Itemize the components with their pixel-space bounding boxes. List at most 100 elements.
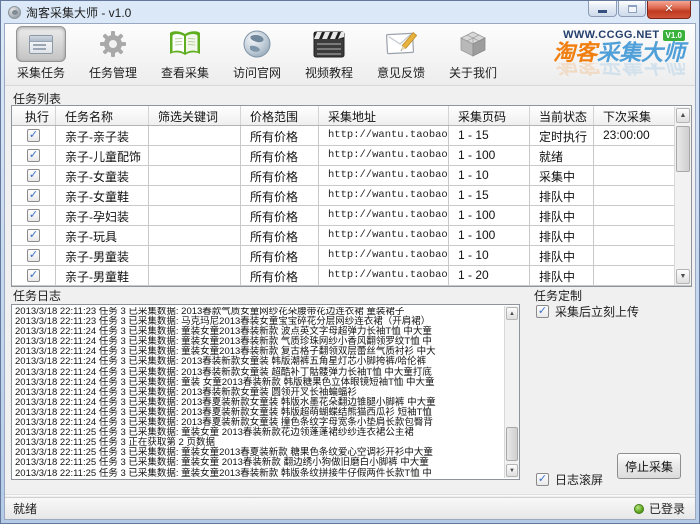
toolbar-label: 关于我们 [448,66,497,80]
cell-keyword [149,226,241,245]
version-badge: V1.0 [662,29,685,41]
check-icon: ✓ [537,304,548,317]
login-status: 已登录 [633,500,695,517]
scroll-down-icon[interactable]: ▼ [676,269,690,284]
log-scroll-checkbox[interactable]: ✓ [536,473,549,486]
col-price[interactable]: 价格范围 [241,106,319,125]
table-row[interactable]: ✓ 亲子-男童装 所有价格 http://wantu.taobao... 1 -… [12,246,691,266]
cell-task-name: 亲子-玩具 [56,226,149,245]
clapperboard-icon [304,26,354,62]
table-row[interactable]: ✓ 亲子-儿童配饰 所有价格 http://wantu.taobao... 1 … [12,146,691,166]
row-checkbox[interactable]: ✓ [27,129,40,142]
cell-price: 所有价格 [241,146,319,165]
cell-keyword [149,246,241,265]
toolbar-button-feedback[interactable]: 意见反馈 [365,26,437,84]
table-row[interactable]: ✓ 亲子-女童装 所有价格 http://wantu.taobao... 1 -… [12,166,691,186]
minimize-button[interactable] [588,1,617,17]
table-row[interactable]: ✓ 亲子-孕妇装 所有价格 http://wantu.taobao... 1 -… [12,206,691,226]
app-globe-icon [8,5,21,19]
row-checkbox[interactable]: ✓ [27,249,40,262]
task-table-header: 执行 任务名称 筛选关键词 价格范围 采集地址 采集页码 当前状态 下次采集 [12,106,691,126]
toolbar-button-view-collection[interactable]: 查看采集 [149,26,221,84]
col-exec[interactable]: 执行 [12,106,56,125]
row-checkbox[interactable]: ✓ [27,229,40,242]
window-title: 淘客采集大师 - v1.0 [26,5,132,20]
cell-pages: 1 - 100 [449,226,530,245]
cell-status: 排队中 [530,206,594,225]
cell-keyword [149,166,241,185]
cell-url: http://wantu.taobao... [319,226,449,245]
log-scrollbar[interactable]: ▲ ▼ [504,306,519,478]
row-checkbox[interactable]: ✓ [27,209,40,222]
maximize-button[interactable] [618,1,646,17]
minimize-icon [598,10,607,13]
upload-after-collect-checkbox[interactable]: ✓ [536,305,549,318]
cell-status: 排队中 [530,226,594,245]
cell-task-name: 亲子-孕妇装 [56,206,149,225]
cell-url: http://wantu.taobao... [319,146,449,165]
toolbar-label: 任务管理 [88,66,137,80]
toolbar-button-task-manage[interactable]: 任务管理 [77,26,149,84]
check-icon: ✓ [28,168,39,181]
row-checkbox[interactable]: ✓ [27,149,40,162]
cell-task-name: 亲子-儿童配饰 [56,146,149,165]
cell-url: http://wantu.taobao... [319,186,449,205]
toolbar-button-visit-website[interactable]: 访问官网 [221,26,293,84]
toolbar-button-about[interactable]: 关于我们 [437,26,509,84]
col-keyword[interactable]: 筛选关键词 [149,106,241,125]
table-row[interactable]: ✓ 亲子-女童鞋 所有价格 http://wantu.taobao... 1 -… [12,186,691,206]
toolbar-button-collect-tasks[interactable]: 采集任务 [5,26,77,84]
cell-task-name: 亲子-女童装 [56,166,149,185]
task-custom-section-label: 任务定制 [534,289,583,303]
cell-url: http://wantu.taobao... [319,246,449,265]
row-checkbox[interactable]: ✓ [27,169,40,182]
table-row[interactable]: ✓ 亲子-玩具 所有价格 http://wantu.taobao... 1 - … [12,226,691,246]
cell-url: http://wantu.taobao... [319,126,449,145]
table-row[interactable]: ✓ 亲子-男童鞋 所有价格 http://wantu.taobao... 1 -… [12,266,691,286]
check-icon: ✓ [28,148,39,161]
toolbar-button-video-tutorial[interactable]: 视频教程 [293,26,365,84]
check-icon: ✓ [28,248,39,261]
col-url[interactable]: 采集地址 [319,106,449,125]
scroll-thumb[interactable] [676,126,690,172]
cell-task-name: 亲子-女童鞋 [56,186,149,205]
table-row[interactable]: ✓ 亲子-亲子装 所有价格 http://wantu.taobao... 1 -… [12,126,691,146]
cell-url: http://wantu.taobao... [319,166,449,185]
client-area: 采集任务 任务管理 查看采集 访问官网 视频教程 意见反馈 关于我们 WWW.C… [4,23,696,520]
scroll-up-icon[interactable]: ▲ [506,307,518,320]
cell-url: http://wantu.taobao... [319,266,449,285]
collect-task-icon [16,26,66,62]
log-scroll-checkbox-row: ✓ 日志滚屏 [536,471,603,488]
brand-reflection: 淘客采集大师 [552,63,685,76]
window-controls: ✕ [587,1,691,19]
close-button[interactable]: ✕ [647,1,691,19]
col-name[interactable]: 任务名称 [56,106,149,125]
table-scrollbar[interactable]: ▲ ▼ [674,107,691,285]
cell-status: 排队中 [530,246,594,265]
brand-logo: WWW.CCGG.NET V1.0 淘客采集大师 淘客采集大师 [553,29,685,76]
close-icon: ✕ [664,3,674,15]
cell-price: 所有价格 [241,186,319,205]
row-checkbox[interactable]: ✓ [27,269,40,282]
scroll-up-icon[interactable]: ▲ [676,108,690,123]
toolbar-label: 查看采集 [160,66,209,80]
cell-price: 所有价格 [241,226,319,245]
cell-keyword [149,206,241,225]
scroll-thumb[interactable] [506,427,518,461]
status-bar: 就绪 已登录 [5,497,695,519]
scroll-down-icon[interactable]: ▼ [506,464,518,477]
cell-pages: 1 - 100 [449,206,530,225]
log-scroll-label: 日志滚屏 [555,473,604,487]
upload-after-collect-label: 采集后立刻上传 [555,305,640,319]
log-lines: 2013/3/18 22:11:23 任务 3 已采集数据: 2013春款气质女… [15,307,502,477]
cell-pages: 1 - 10 [449,246,530,265]
col-pages[interactable]: 采集页码 [449,106,530,125]
col-status[interactable]: 当前状态 [530,106,594,125]
check-icon: ✓ [28,228,39,241]
cell-price: 所有价格 [241,126,319,145]
row-checkbox[interactable]: ✓ [27,189,40,202]
cell-keyword [149,146,241,165]
toolbar-label: 访问官网 [232,66,281,80]
logged-in-text: 已登录 [648,502,685,516]
stop-collect-button[interactable]: 停止采集 [617,453,681,479]
